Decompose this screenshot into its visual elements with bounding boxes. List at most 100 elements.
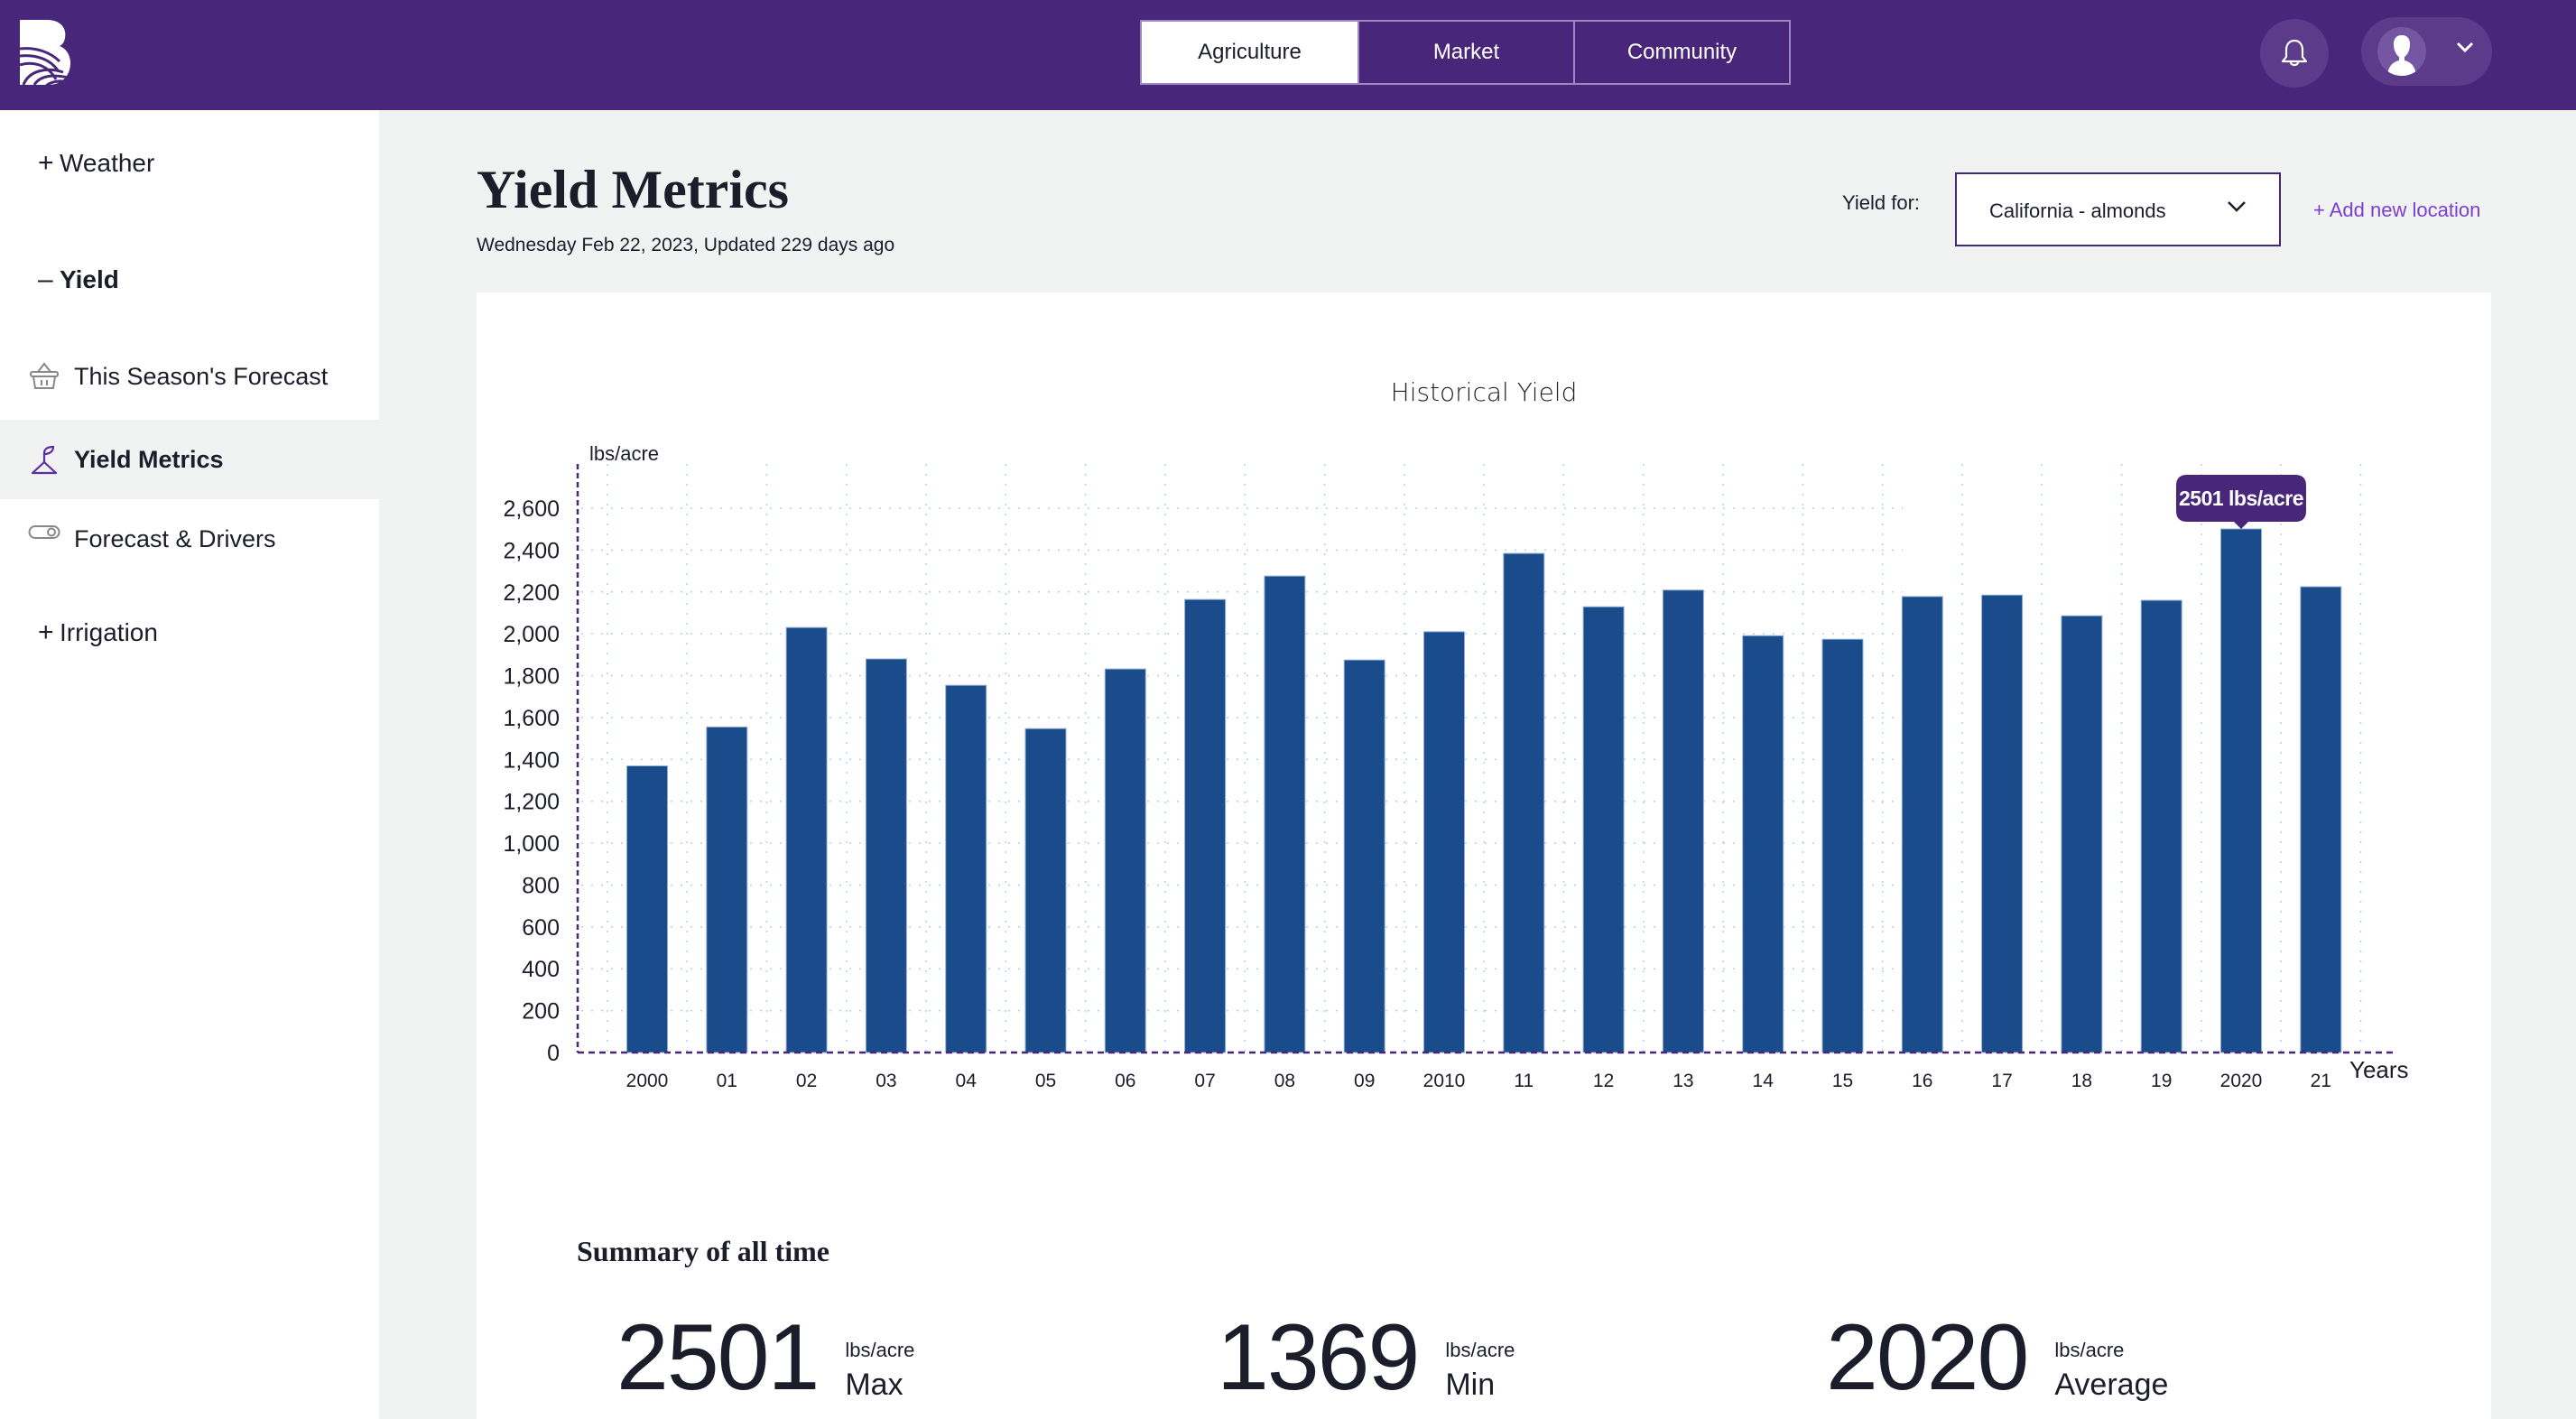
stat-value: 2020 — [1826, 1305, 2029, 1410]
bar-05[interactable] — [1024, 728, 1067, 1053]
y-axis-label: lbs/acre — [589, 442, 659, 465]
x-tick-label: 09 — [1354, 1071, 1375, 1091]
bar-01[interactable] — [706, 726, 748, 1053]
add-new-location-link[interactable]: + Add new location — [2313, 199, 2480, 222]
bar-12[interactable] — [1582, 606, 1625, 1053]
sidebar-item-forecast-drivers[interactable]: Forecast & Drivers — [0, 499, 379, 579]
bar-14[interactable] — [1742, 635, 1784, 1053]
x-tick-label: 12 — [1593, 1071, 1614, 1091]
stat-max: 2501 lbs/acre Max — [616, 1305, 915, 1410]
sidebar-group-irrigation[interactable]: + Irrigation — [38, 617, 158, 648]
bar-13[interactable] — [1662, 589, 1704, 1053]
sprout-icon — [26, 444, 62, 475]
expand-icon: + — [38, 148, 54, 178]
x-tick-label: 02 — [796, 1071, 817, 1091]
x-tick-label: 06 — [1115, 1071, 1135, 1091]
x-tick-label: 04 — [956, 1071, 978, 1091]
x-tick-label: 05 — [1035, 1071, 1056, 1091]
bar-2010[interactable] — [1423, 631, 1465, 1053]
bar-15[interactable] — [1821, 638, 1864, 1053]
x-tick-label: 08 — [1274, 1071, 1295, 1091]
toggle-icon — [26, 524, 62, 554]
stat-label: Average — [2054, 1368, 2169, 1402]
x-tick-label: 15 — [1832, 1071, 1853, 1091]
stat-unit: lbs/acre — [1445, 1339, 1515, 1361]
x-tick-label: 19 — [2151, 1071, 2172, 1091]
sidebar-group-yield[interactable]: – Yield — [38, 264, 119, 295]
x-tick-label: 2020 — [2220, 1071, 2263, 1091]
y-tick-label: 1,400 — [503, 747, 560, 773]
sidebar-group-label: Yield — [60, 265, 119, 293]
y-tick-label: 1,000 — [503, 831, 560, 857]
tab-community[interactable]: Community — [1573, 22, 1789, 83]
sidebar-item-yield-metrics[interactable]: Yield Metrics — [0, 420, 379, 499]
stat-unit: lbs/acre — [845, 1339, 915, 1361]
historical-yield-chart: 0 200 400 600 800 1,000 1,200 1,400 1,600 1,800 2,… — [503, 442, 2409, 1091]
stat-value: 2501 — [616, 1305, 820, 1410]
bar-03[interactable] — [865, 658, 907, 1053]
summary-title: Summary of all time — [577, 1235, 829, 1267]
y-tick-label: 800 — [522, 873, 560, 898]
bar-07[interactable] — [1184, 598, 1227, 1053]
tab-agriculture[interactable]: Agriculture — [1142, 22, 1357, 83]
x-tick-label: 2000 — [626, 1071, 669, 1091]
x-tick-label: 07 — [1194, 1071, 1215, 1091]
bar-06[interactable] — [1104, 668, 1146, 1053]
sidebar-item-this-seasons-forecast[interactable]: This Season's Forecast — [0, 337, 379, 416]
user-avatar-icon — [2387, 35, 2416, 76]
stat-value: 1369 — [1217, 1305, 1420, 1410]
x-tick-label: 17 — [1991, 1071, 2012, 1091]
x-axis-label: Years — [2349, 1056, 2409, 1083]
bar-04[interactable] — [945, 684, 987, 1053]
bar-16[interactable] — [1901, 596, 1943, 1053]
stat-average: 2020 lbs/acre Average — [1826, 1305, 2169, 1410]
bar-02[interactable] — [785, 626, 828, 1053]
basket-icon — [26, 361, 62, 392]
notifications-button[interactable] — [2260, 19, 2329, 88]
stat-label: Min — [1445, 1368, 1496, 1402]
bar-08[interactable] — [1264, 575, 1306, 1053]
bar-tooltip: 2501 lbs/acre — [2176, 474, 2306, 529]
bar-18[interactable] — [2061, 615, 2103, 1053]
x-tick-label: 16 — [1912, 1071, 1932, 1091]
bar-09[interactable] — [1343, 659, 1385, 1053]
x-tick-label: 13 — [1673, 1071, 1693, 1091]
bar-21[interactable] — [2300, 586, 2342, 1053]
main-tabs: Agriculture Market Community — [1140, 20, 1791, 85]
bell-icon — [2281, 39, 2308, 67]
historical-yield-card: Historical Yield 0 200 400 600 800 1,000 1,200… — [477, 292, 2491, 1419]
y-tick-label: 200 — [522, 999, 560, 1025]
expand-icon: + — [38, 617, 54, 647]
sidebar-item-label: Yield Metrics — [74, 445, 224, 473]
sidebar-item-label: Forecast & Drivers — [74, 524, 276, 552]
user-menu-button[interactable] — [2361, 17, 2492, 86]
bar-17[interactable] — [1981, 594, 2024, 1053]
y-tick-label: 0 — [547, 1041, 560, 1066]
stat-unit: lbs/acre — [2054, 1339, 2125, 1361]
location-select[interactable]: California - almonds — [1955, 172, 2281, 246]
y-tick-label: 1,200 — [503, 790, 560, 815]
stat-min: 1369 lbs/acre Min — [1217, 1305, 1515, 1410]
page-title: Yield Metrics — [477, 160, 789, 219]
x-tick-label: 03 — [876, 1071, 896, 1091]
y-tick-label: 1,600 — [503, 706, 560, 731]
sidebar-group-weather[interactable]: + Weather — [38, 148, 154, 179]
bar-2020[interactable] — [2220, 528, 2262, 1053]
y-tick-label: 2,600 — [503, 496, 560, 522]
bar-2000[interactable] — [626, 765, 668, 1053]
bar-11[interactable] — [1503, 552, 1545, 1053]
stat-label: Max — [845, 1368, 903, 1402]
page-subtitle: Wednesday Feb 22, 2023, Updated 229 days… — [477, 235, 895, 255]
collapse-icon: – — [38, 264, 53, 294]
x-tick-label: 18 — [2071, 1071, 2092, 1091]
tooltip-text: 2501 lbs/acre — [2179, 487, 2303, 510]
x-tick-label: 11 — [1514, 1071, 1534, 1091]
x-tick-label: 2010 — [1423, 1071, 1466, 1091]
y-tick-label: 400 — [522, 957, 560, 982]
tab-market[interactable]: Market — [1357, 22, 1573, 83]
brand-logo-icon[interactable] — [20, 20, 72, 87]
bar-19[interactable] — [2140, 599, 2182, 1053]
avatar — [2377, 27, 2426, 76]
chevron-down-icon — [2228, 201, 2246, 212]
chevron-down-icon — [2456, 42, 2474, 53]
